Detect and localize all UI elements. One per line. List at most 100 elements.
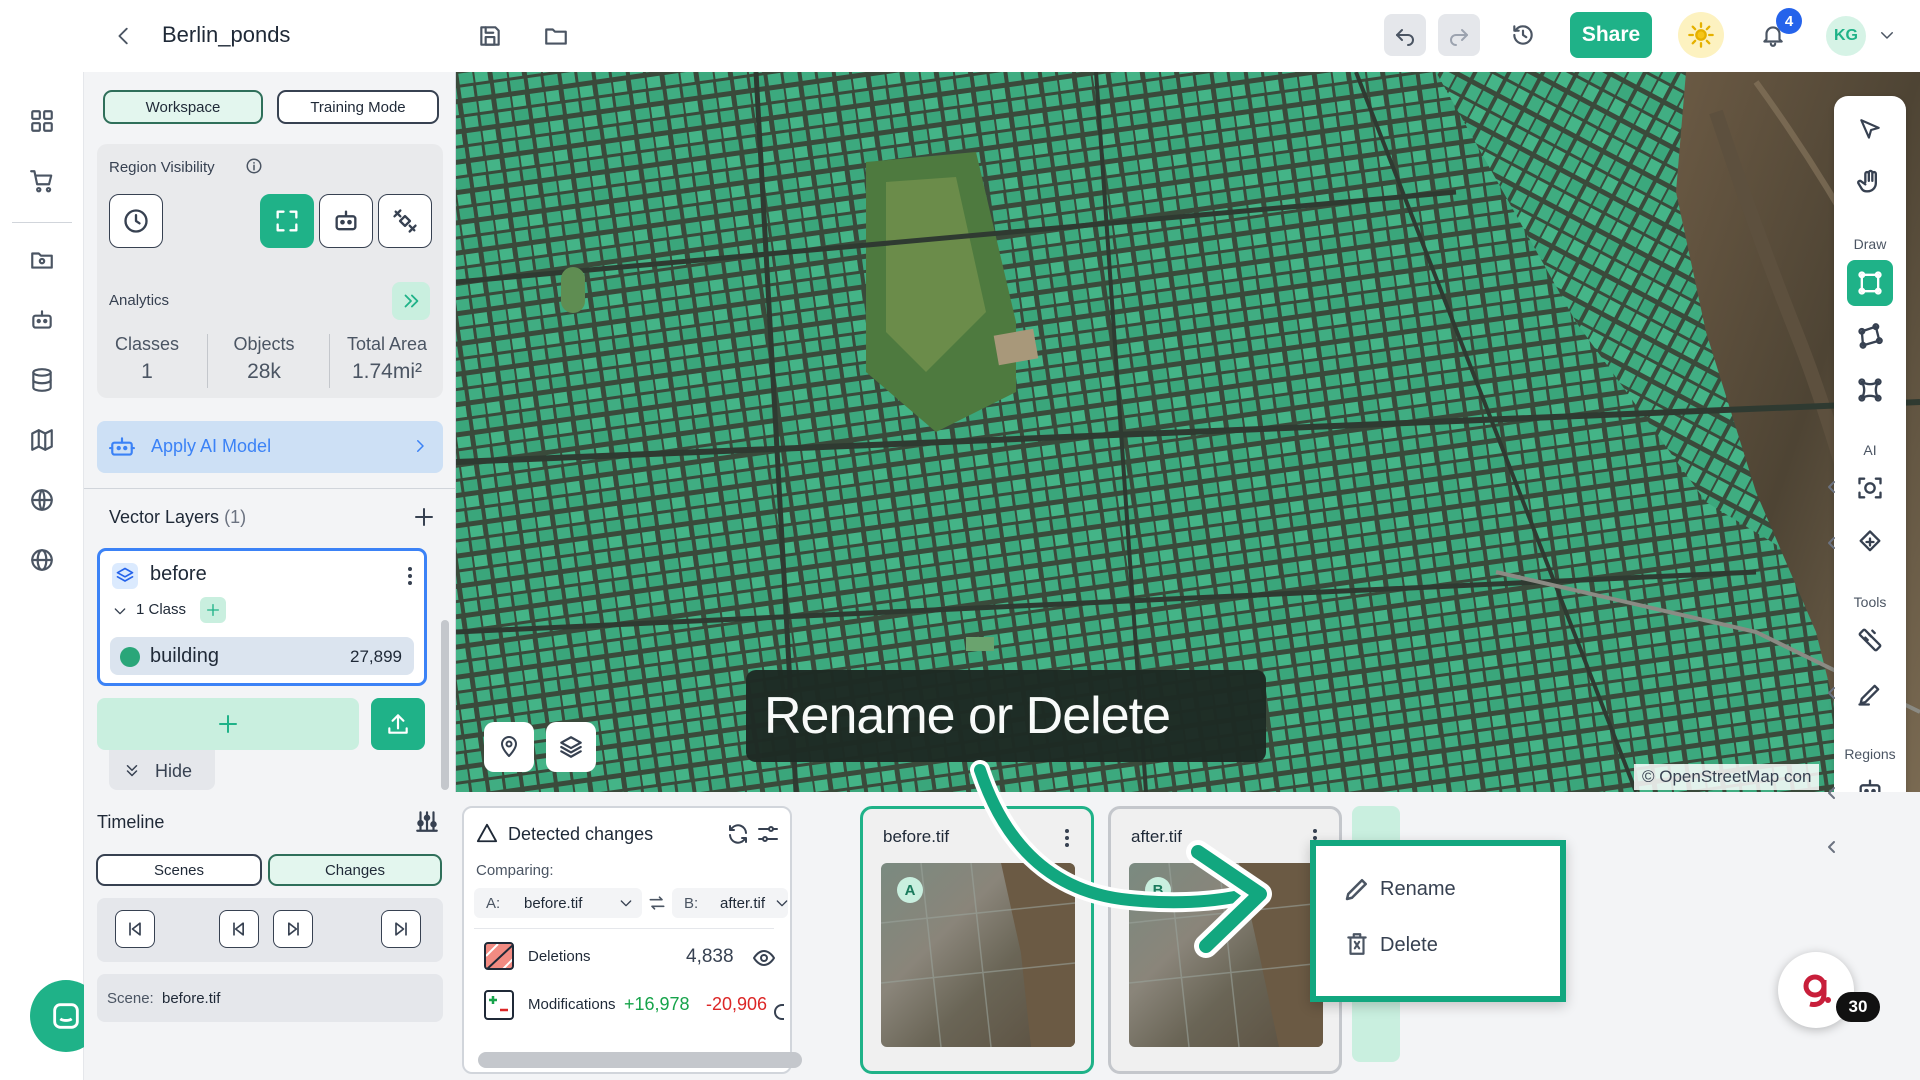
satellite-map[interactable]: Rename or Delete © OpenStreetMap con — [456, 72, 1920, 792]
add-layer-plus-icon[interactable] — [412, 505, 438, 531]
redo-button[interactable] — [1438, 14, 1480, 56]
tab-scenes[interactable]: Scenes — [96, 854, 262, 886]
tools-section-label: Tools — [1853, 594, 1887, 610]
region-visibility-label: Region Visibility — [109, 159, 215, 176]
ai-section-label: AI — [1863, 442, 1877, 458]
stat-objects-value: 28k — [247, 360, 281, 383]
refresh-icon[interactable] — [726, 822, 750, 846]
tab-training-mode[interactable]: Training Mode — [277, 90, 439, 124]
delete-label: Delete — [1380, 934, 1438, 956]
database-icon[interactable] — [24, 362, 60, 398]
folder-icon[interactable] — [24, 242, 60, 278]
ai-segment-icon[interactable] — [1850, 522, 1890, 562]
left-panel-scrollbar[interactable] — [441, 620, 449, 790]
draw-freeform-icon[interactable] — [1850, 370, 1890, 410]
cart-icon[interactable] — [24, 163, 60, 199]
regions-section-label: Regions — [1844, 746, 1896, 762]
layers-icon — [112, 563, 138, 589]
add-layer-button[interactable] — [97, 698, 359, 750]
rail-divider — [12, 222, 72, 223]
back-chevron-icon[interactable] — [108, 20, 140, 52]
clock-visibility-button[interactable] — [109, 194, 163, 248]
skip-to-start-button[interactable] — [115, 910, 155, 948]
scene-prefix: Scene: — [107, 990, 154, 1007]
hide-panel-button[interactable]: Hide — [109, 750, 215, 790]
add-class-plus-icon[interactable] — [200, 597, 226, 623]
comparing-label: Comparing: — [476, 862, 554, 879]
tab-changes[interactable]: Changes — [268, 854, 442, 886]
layer-card-before[interactable]: before 1 Class building 27,899 — [97, 548, 427, 686]
globe-pin-icon[interactable] — [24, 482, 60, 518]
expand-analytics-button[interactable] — [392, 282, 430, 320]
left-rail — [0, 0, 102, 1080]
tab-workspace[interactable]: Workspace — [103, 90, 263, 124]
compare-a-select[interactable]: A: before.tif — [474, 888, 642, 918]
info-icon[interactable] — [245, 157, 263, 175]
top-bar: Berlin_ponds Share 4 KG — [0, 0, 1920, 72]
draw-polygon-icon[interactable] — [1850, 316, 1890, 356]
apply-ai-model-button[interactable]: Apply AI Model — [97, 421, 443, 473]
layer-more-vertical-icon[interactable] — [400, 565, 420, 587]
class-collapse-chevron-icon[interactable] — [112, 603, 128, 619]
eye-icon[interactable] — [752, 946, 776, 970]
ruler-icon[interactable] — [1850, 620, 1890, 660]
modifications-label: Modifications — [528, 996, 616, 1013]
pencil-icon — [1342, 874, 1372, 904]
horizontal-scrollbar[interactable] — [478, 1052, 802, 1068]
scene-context-menu: Rename Delete — [1310, 840, 1566, 1002]
expand-chevron-icon[interactable] — [1826, 536, 1836, 550]
expand-chevron-icon[interactable] — [1826, 480, 1836, 494]
swap-icon[interactable] — [647, 893, 667, 913]
save-icon[interactable] — [472, 18, 508, 54]
map-icon[interactable] — [24, 422, 60, 458]
step-back-button[interactable] — [219, 910, 259, 948]
help-logo-icon — [1803, 974, 1831, 1007]
expand-chevron-icon[interactable] — [1826, 786, 1836, 800]
upload-layer-button[interactable] — [371, 698, 425, 750]
vector-layers-title: Vector Layers (1) — [109, 507, 246, 528]
compare-b-select[interactable]: B: after.tif — [672, 888, 788, 918]
filter-sliders-icon[interactable] — [756, 822, 780, 846]
satellite-region-button[interactable] — [378, 194, 432, 248]
location-pin-button[interactable] — [484, 722, 534, 772]
step-forward-button[interactable] — [273, 910, 313, 948]
theme-sun-icon[interactable] — [1678, 12, 1724, 58]
rename-label: Rename — [1380, 878, 1456, 900]
playback-controls — [97, 898, 443, 962]
delete-menu-item[interactable]: Delete — [1320, 922, 1556, 966]
analytics-card: Analytics Classes 1 Objects 28k Total Ar… — [97, 270, 443, 398]
robot-icon — [109, 434, 135, 460]
pen-icon[interactable] — [1850, 674, 1890, 714]
draw-rectangle-icon[interactable] — [1847, 260, 1893, 306]
dashboard-icon[interactable] — [24, 103, 60, 139]
hand-pan-icon[interactable] — [1850, 162, 1890, 202]
globe-icon[interactable] — [24, 542, 60, 578]
ai-detect-icon[interactable] — [1850, 468, 1890, 508]
robot-icon[interactable] — [24, 302, 60, 338]
skip-to-end-button[interactable] — [381, 910, 421, 948]
expand-chevron-icon[interactable] — [1826, 840, 1836, 854]
history-icon[interactable] — [1504, 16, 1542, 54]
user-menu-chevron-icon[interactable] — [1874, 22, 1900, 48]
map-layers-button[interactable] — [546, 722, 596, 772]
chevron-down-icon[interactable] — [774, 895, 790, 911]
class-count-label: 1 Class — [136, 601, 187, 618]
robot-region-button[interactable] — [319, 194, 373, 248]
scene-value: before.tif — [162, 990, 221, 1007]
user-avatar[interactable]: KG — [1826, 16, 1866, 56]
timeline-settings-icon[interactable] — [414, 808, 442, 836]
eye-icon-partial[interactable] — [774, 1004, 784, 1020]
cursor-select-icon[interactable] — [1850, 110, 1890, 150]
share-button[interactable]: Share — [1570, 12, 1652, 58]
open-folder-icon[interactable] — [538, 18, 574, 54]
expand-chevron-icon[interactable] — [1826, 686, 1836, 700]
undo-button[interactable] — [1384, 14, 1426, 56]
tutorial-callout-text: Rename or Delete — [764, 687, 1171, 745]
timeline-title: Timeline — [97, 812, 165, 832]
rename-menu-item[interactable]: Rename — [1320, 866, 1556, 910]
class-row-building[interactable]: building 27,899 — [110, 637, 414, 675]
modifications-removed: -20,906 — [706, 994, 768, 1014]
map-attribution[interactable]: © OpenStreetMap con — [1634, 764, 1820, 790]
fullscreen-region-button[interactable] — [260, 194, 314, 248]
help-badge: 30 — [1836, 992, 1880, 1022]
